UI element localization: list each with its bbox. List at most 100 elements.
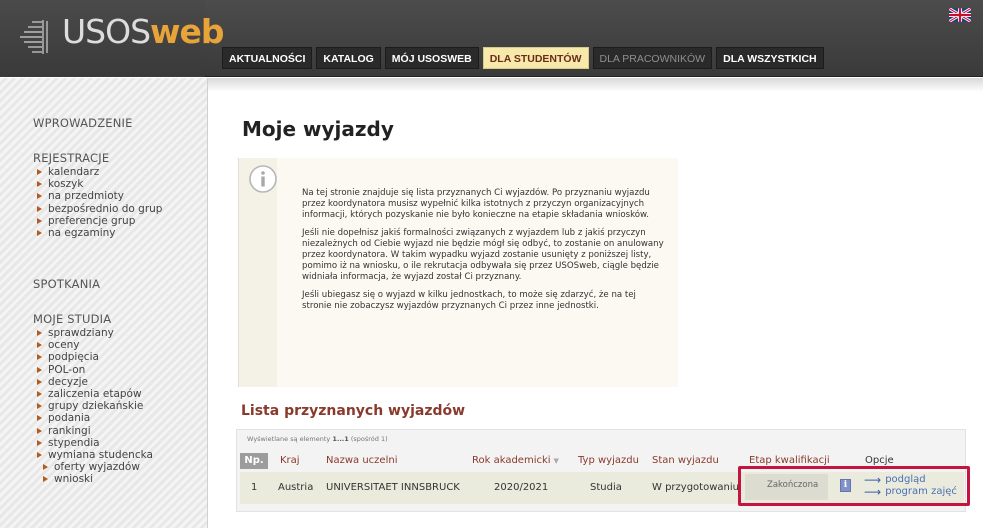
sidebar-heading-moje-studia[interactable]: MOJE STUDIA <box>33 312 111 326</box>
sidebar-item-wymiana-studencka[interactable]: wymiana studencka <box>37 449 153 461</box>
bullet-arrow-icon <box>37 354 42 361</box>
sidebar-item-label: podania <box>48 412 91 425</box>
bullet-arrow-icon <box>37 193 42 200</box>
logo-web-text: web <box>150 12 224 51</box>
cell-stan: W przygotowaniu <box>652 482 739 493</box>
col-header-np: Np. <box>240 453 268 469</box>
cell-np: 1 <box>251 482 258 493</box>
sidebar-item-label: na przedmioty <box>48 190 124 203</box>
tab-dla-wszystkich[interactable]: DLA WSZYSTKICH <box>716 47 824 69</box>
tab-dla-studentow[interactable]: DLA STUDENTÓW <box>482 47 589 69</box>
info-paragraph: Jeśli nie dopełnisz jakiś formalności zw… <box>302 228 664 282</box>
sidebar-wprowadzenie[interactable]: WPROWADZENIE <box>33 116 133 130</box>
logo-wordmark: USOSweb <box>62 12 225 51</box>
cell-rok: 2020/2021 <box>494 482 549 493</box>
tab-moj-usosweb[interactable]: MÓJ USOSWEB <box>384 47 479 69</box>
table-info-prefix: Wyświetlane są elementy <box>247 435 333 443</box>
bullet-arrow-icon <box>37 342 42 349</box>
cell-nazwa: UNIVERSITAET INNSBRUCK <box>326 482 460 493</box>
sidebar-item-na-egzaminy[interactable]: na egzaminy <box>37 227 162 239</box>
bullet-arrow-icon <box>37 366 42 373</box>
sidebar-item-label: wnioski <box>54 473 94 486</box>
cell-typ: Studia <box>590 482 622 493</box>
top-header: USOSweb AKTUALNOŚCI KATALOG MÓJ USOSWEB … <box>0 0 983 77</box>
sidebar-item-podpiecia[interactable]: podpięcia <box>37 351 153 363</box>
sidebar-spotkania[interactable]: SPOTKANIA <box>33 277 100 291</box>
page-title: Moje wyjazdy <box>242 117 394 141</box>
bullet-arrow-icon <box>37 415 42 422</box>
bullet-arrow-icon <box>37 439 42 446</box>
sidebar-subitem-wnioski[interactable]: wnioski <box>37 473 153 485</box>
sidebar-item-decyzje[interactable]: decyzje <box>37 376 153 388</box>
bullet-arrow-icon <box>37 217 42 224</box>
list-title: Lista przyznanych wyjazdów <box>241 403 466 419</box>
sidebar-moje-studia-list: sprawdziany oceny podpięcia POL-on decyz… <box>37 327 153 485</box>
bullet-arrow-icon <box>43 476 48 483</box>
sidebar-item-na-przedmioty[interactable]: na przedmioty <box>37 190 162 202</box>
info-paragraph: Jeśli ubiegasz się o wyjazd w kilku jedn… <box>302 290 636 311</box>
logo-emblem-icon <box>20 20 48 54</box>
sidebar-rejestracje-list: kalendarz koszyk na przedmioty bezpośred… <box>37 166 162 239</box>
info-box: Na tej stronie znajduje się lista przyzn… <box>238 158 678 387</box>
sidebar-item-pol-on[interactable]: POL-on <box>37 364 153 376</box>
sidebar-item-podania[interactable]: podania <box>37 412 153 424</box>
sidebar-item-label: na egzaminy <box>48 226 116 239</box>
info-paragraph: Na tej stronie znajduje się lista przyzn… <box>302 188 650 220</box>
bullet-arrow-icon <box>37 181 42 188</box>
col-header-typ[interactable]: Typ wyjazdu <box>578 453 639 469</box>
sidebar-item-label: wymiana studencka <box>48 448 153 461</box>
sidebar-item-rankingi[interactable]: rankingi <box>37 425 153 437</box>
highlight-annotation <box>738 466 970 506</box>
col-header-rok[interactable]: Rok akademicki ▼ <box>472 453 559 469</box>
sidebar-item-label: kalendarz <box>48 166 100 178</box>
bullet-arrow-icon <box>37 427 42 434</box>
sidebar-item-grupy-dziekanskie[interactable]: grupy dziekańskie <box>37 400 153 412</box>
tab-dla-pracownikow[interactable]: DLA PRACOWNIKÓW <box>592 47 713 69</box>
col-header-stan[interactable]: Stan wyjazdu <box>652 453 719 469</box>
col-header-nazwa[interactable]: Nazwa uczelni <box>326 453 397 469</box>
sidebar-item-bezposrednio-do-grup[interactable]: bezpośrednio do grup <box>37 203 162 215</box>
sidebar-item-label: preferencje grup <box>48 214 136 227</box>
sidebar-item-label: bezpośrednio do grup <box>48 202 163 215</box>
col-header-rok-label: Rok akademicki <box>472 455 551 466</box>
sidebar-item-kalendarz[interactable]: kalendarz <box>37 166 162 178</box>
table-pagination-info: Wyświetlane są elementy 1...1 (spośród 1… <box>247 435 388 443</box>
sidebar-subitem-oferty-wyjazdow[interactable]: oferty wyjazdów <box>37 461 153 473</box>
sidebar-item-preferencje-grup[interactable]: preferencje grup <box>37 215 162 227</box>
sidebar-item-label: POL-on <box>48 363 86 376</box>
sidebar-heading-rejestracje[interactable]: REJESTRACJE <box>33 151 109 165</box>
sidebar-item-oceny[interactable]: oceny <box>37 339 153 351</box>
sidebar-item-label: sprawdziany <box>48 327 114 339</box>
bullet-arrow-icon <box>37 330 42 337</box>
tab-aktualnosci[interactable]: AKTUALNOŚCI <box>222 47 313 69</box>
sidebar-item-sprawdziany[interactable]: sprawdziany <box>37 327 153 339</box>
col-header-kraj[interactable]: Kraj <box>280 453 300 469</box>
sidebar-item-koszyk[interactable]: koszyk <box>37 178 162 190</box>
main-nav: AKTUALNOŚCI KATALOG MÓJ USOSWEB DLA STUD… <box>222 47 824 69</box>
sidebar-item-stypendia[interactable]: stypendia <box>37 437 153 449</box>
bullet-arrow-icon <box>37 230 42 237</box>
table-info-range: 1...1 <box>332 435 349 443</box>
uk-flag-icon[interactable] <box>949 8 971 22</box>
sidebar-item-label: stypendia <box>48 436 100 449</box>
bullet-arrow-icon <box>43 464 48 471</box>
table-info-suffix: (spośród 1) <box>348 435 388 443</box>
sidebar-item-label: zaliczenia etapów <box>48 387 142 400</box>
usosweb-logo[interactable]: USOSweb <box>0 0 225 77</box>
bullet-arrow-icon <box>37 391 42 398</box>
sidebar-item-zaliczenia-etapow[interactable]: zaliczenia etapów <box>37 388 153 400</box>
info-icon <box>249 165 277 193</box>
tab-katalog[interactable]: KATALOG <box>316 47 381 69</box>
sidebar-item-label: rankingi <box>48 424 91 437</box>
info-text: Na tej stronie znajduje się lista przyzn… <box>302 188 667 319</box>
bullet-arrow-icon <box>37 169 42 176</box>
bullet-arrow-icon <box>37 403 42 410</box>
sidebar-item-label: oferty wyjazdów <box>54 461 140 474</box>
cell-kraj: Austria <box>278 482 314 493</box>
sort-desc-icon[interactable]: ▼ <box>554 457 559 465</box>
sidebar-item-label: grupy dziekańskie <box>48 400 144 413</box>
bullet-arrow-icon <box>37 378 42 385</box>
sidebar-item-label: oceny <box>48 339 80 352</box>
sidebar-item-label: podpięcia <box>48 351 99 364</box>
bullet-arrow-icon <box>37 451 42 458</box>
